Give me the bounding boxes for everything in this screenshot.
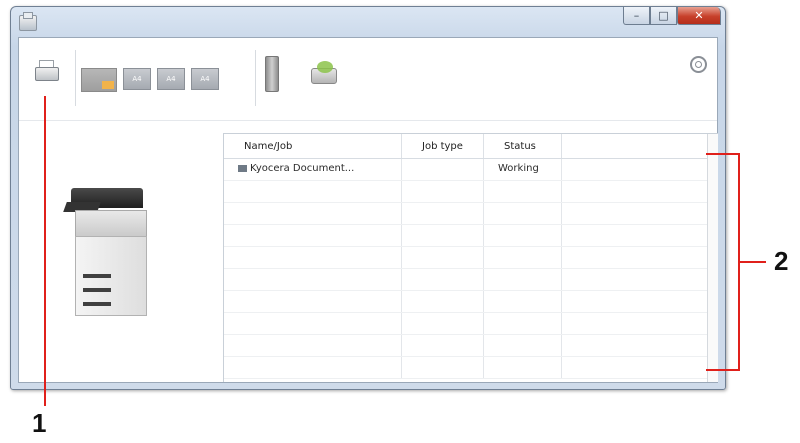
table-row[interactable]: Kyocera Document... Working — [224, 159, 718, 181]
toolbar-divider — [75, 50, 76, 106]
table-header: Name/Job Job type Status — [224, 134, 718, 159]
table-row — [224, 247, 718, 269]
empty-cell — [224, 335, 402, 356]
empty-cell — [224, 291, 402, 312]
table-row — [224, 203, 718, 225]
empty-cell — [484, 335, 562, 356]
empty-cell — [402, 335, 484, 356]
table-row — [224, 181, 718, 203]
callout-1-number: 1 — [32, 408, 47, 438]
empty-cell — [402, 203, 484, 224]
printer-icon — [33, 58, 59, 84]
job-status-cell: Working — [484, 159, 562, 180]
table-row — [224, 313, 718, 335]
callout-2-bracket-bottom — [706, 369, 739, 371]
empty-cell — [224, 225, 402, 246]
table-row — [224, 291, 718, 313]
tray-2-icon: A4 — [123, 68, 151, 90]
empty-cell — [224, 269, 402, 290]
callout-2-pointer — [740, 261, 766, 263]
empty-cell — [402, 291, 484, 312]
tray-2-item[interactable]: A4 — [123, 68, 151, 90]
client-area: A4 A4 A4 Name/Job Job type Status Kyocer… — [18, 37, 718, 383]
maximize-button[interactable]: □ — [650, 7, 677, 25]
empty-cell — [562, 225, 718, 246]
column-header-status[interactable]: Status — [484, 134, 562, 158]
tray-3-icon: A4 — [157, 68, 185, 90]
column-header-type[interactable]: Job type — [402, 134, 484, 158]
toolbar-divider — [255, 50, 256, 106]
status-monitor-window: – □ ✕ A4 A4 A4 Name/Job Job type Status … — [10, 6, 726, 390]
empty-cell — [562, 181, 718, 202]
empty-cell — [402, 247, 484, 268]
table-row — [224, 269, 718, 291]
callout-2-bracket-top — [706, 153, 739, 155]
toner-cartridge-icon — [265, 56, 279, 92]
callout-1-line — [44, 96, 46, 406]
empty-cell — [224, 203, 402, 224]
empty-cell — [562, 313, 718, 334]
table-row — [224, 357, 718, 379]
empty-cell — [562, 335, 718, 356]
job-list-table: Name/Job Job type Status Kyocera Documen… — [223, 133, 718, 382]
document-icon — [238, 164, 247, 172]
empty-cell — [562, 247, 718, 268]
empty-cell — [224, 181, 402, 202]
empty-cell — [484, 247, 562, 268]
column-header-name[interactable]: Name/Job — [224, 134, 402, 158]
empty-cell — [402, 225, 484, 246]
table-row — [224, 225, 718, 247]
empty-cell — [224, 247, 402, 268]
empty-cell — [562, 269, 718, 290]
minimize-button[interactable]: – — [623, 7, 650, 25]
callout-2-number: 2 — [774, 246, 789, 276]
app-printer-icon — [19, 12, 37, 31]
job-extra-cell — [562, 159, 718, 180]
empty-cell — [224, 313, 402, 334]
empty-cell — [224, 357, 402, 378]
job-name-cell: Kyocera Document... — [224, 159, 402, 180]
empty-cell — [484, 313, 562, 334]
status-toolbar: A4 A4 A4 — [19, 38, 717, 121]
scanner-tab[interactable] — [309, 58, 339, 94]
empty-cell — [484, 291, 562, 312]
empty-cell — [402, 313, 484, 334]
column-header-empty — [562, 134, 718, 158]
empty-cell — [562, 291, 718, 312]
empty-cell — [484, 203, 562, 224]
scanner-icon — [309, 58, 339, 88]
close-button[interactable]: ✕ — [677, 7, 721, 25]
empty-cell — [402, 357, 484, 378]
table-row — [224, 335, 718, 357]
tray-4-item[interactable]: A4 — [191, 68, 219, 90]
printer-device-image — [63, 178, 155, 318]
printer-status-tab[interactable] — [33, 58, 59, 90]
empty-cell — [562, 203, 718, 224]
empty-cell — [402, 181, 484, 202]
empty-cell — [484, 181, 562, 202]
empty-cell — [484, 225, 562, 246]
paper-tray-icon — [81, 68, 117, 92]
toner-tab[interactable] — [265, 56, 279, 98]
tray-3-item[interactable]: A4 — [157, 68, 185, 90]
gear-icon[interactable] — [690, 56, 707, 73]
paper-tray-tab[interactable] — [81, 68, 117, 98]
vertical-scrollbar[interactable] — [707, 134, 718, 382]
empty-cell — [484, 269, 562, 290]
window-controls: – □ ✕ — [623, 7, 721, 27]
empty-cell — [562, 357, 718, 378]
tray-4-icon: A4 — [191, 68, 219, 90]
empty-cell — [484, 357, 562, 378]
job-type-cell — [402, 159, 484, 180]
empty-cell — [402, 269, 484, 290]
